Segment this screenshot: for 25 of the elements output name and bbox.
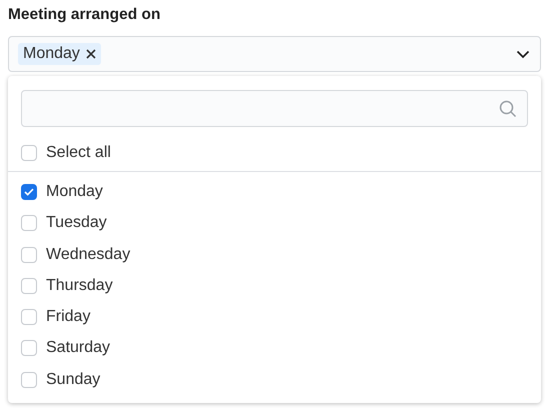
- checkbox[interactable]: [21, 184, 37, 200]
- checkmark-icon: [24, 188, 34, 196]
- option-label[interactable]: Friday: [46, 308, 90, 326]
- tag-label: Monday: [23, 45, 80, 63]
- option-label[interactable]: Select all: [46, 144, 111, 162]
- select-field[interactable]: Monday: [8, 36, 541, 72]
- option-label[interactable]: Thursday: [46, 276, 113, 295]
- field-label: Meeting arranged on: [8, 6, 162, 25]
- checkbox[interactable]: [21, 215, 37, 232]
- option-label[interactable]: Sunday: [46, 370, 100, 389]
- tag-chip[interactable]: Monday: [18, 43, 101, 65]
- option-label[interactable]: Wednesday: [46, 246, 130, 264]
- checkbox[interactable]: [21, 309, 37, 326]
- checkbox[interactable]: [21, 372, 37, 388]
- option-label[interactable]: Monday: [46, 182, 103, 201]
- remove-icon[interactable]: [86, 49, 96, 59]
- option-label[interactable]: Tuesday: [46, 214, 107, 232]
- option-label[interactable]: Saturday: [46, 339, 110, 358]
- search-field[interactable]: [21, 90, 528, 127]
- checkbox[interactable]: [21, 246, 37, 263]
- chevron-down-icon[interactable]: [516, 50, 530, 58]
- checkbox[interactable]: [21, 340, 37, 356]
- search-icon[interactable]: [499, 100, 517, 118]
- checkbox[interactable]: [21, 144, 37, 161]
- checkbox[interactable]: [21, 278, 37, 294]
